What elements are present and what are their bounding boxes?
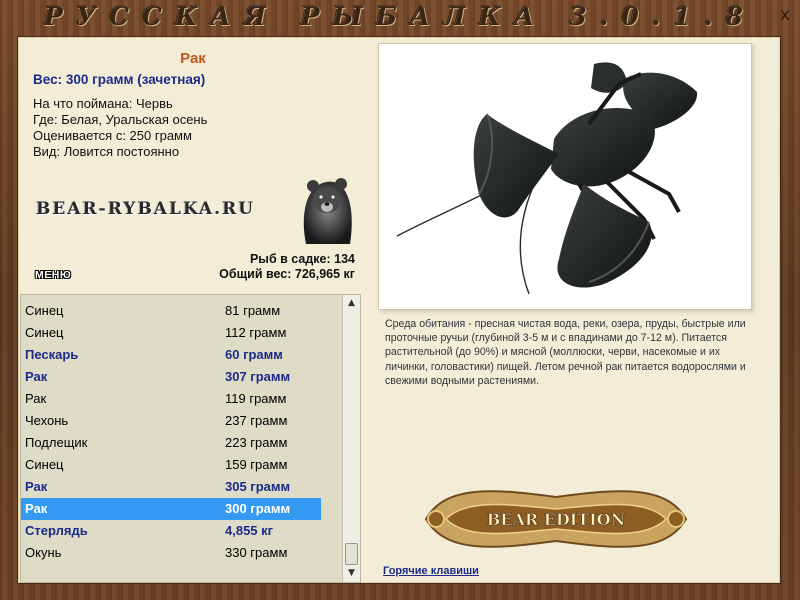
list-item-weight: 4,855 кг [225, 523, 274, 538]
badge-text: BEAR EDITION [487, 510, 626, 529]
list-item[interactable]: Рак 119 грамм [21, 388, 321, 410]
list-item[interactable]: Стерлядь 4,855 кг [21, 520, 321, 542]
list-item-weight: 112 грамм [225, 325, 287, 340]
list-item-weight: 81 грамм [225, 303, 281, 318]
catch-list[interactable]: Синец 81 грамм Синец 112 грамм Пескарь 60 г… [20, 294, 361, 583]
list-item-name: Рак [25, 369, 48, 384]
habitat-description: Среда обитания - пресная чистая вода, ре… [385, 318, 746, 387]
list-item[interactable]: Окунь 330 грамм [21, 542, 321, 564]
list-item-weight: 223 грамм [225, 435, 288, 450]
list-item-weight: 60 грамм [225, 347, 283, 362]
catch-stats: Рыб в садке: 134 Общий вес: 726,965 кг [219, 252, 355, 282]
list-item-name: Рак [25, 391, 47, 406]
list-item-name: Рак [25, 501, 48, 516]
list-scrollbar[interactable]: ▲ ▼ [342, 295, 360, 582]
fish-weight: Вес: 300 грамм (зачетная) [33, 72, 206, 87]
logo-text: BEAR-RYBALKA.RU [36, 199, 256, 219]
list-item[interactable]: Пескарь 60 грамм [21, 344, 321, 366]
list-item-name: Пескарь [25, 347, 79, 362]
menu-button[interactable]: МЕНЮ [35, 269, 71, 281]
list-item[interactable]: Рак 307 грамм [21, 366, 321, 388]
list-item-name: Рак [25, 479, 48, 494]
rating-info: Оценивается с: 250 грамм [33, 128, 192, 143]
scroll-up-icon[interactable]: ▲ [343, 295, 360, 312]
list-item-weight: 159 грамм [225, 457, 288, 472]
list-item[interactable]: Синец 81 грамм [21, 300, 321, 322]
list-item[interactable]: Синец 159 грамм [21, 454, 321, 476]
list-item-weight: 305 грамм [225, 479, 291, 494]
bait-info: На что поймана: Червь [33, 96, 173, 111]
total-weight: Общий вес: 726,965 кг [219, 267, 355, 281]
list-item-weight: 119 грамм [225, 391, 287, 406]
list-item-name: Окунь [25, 545, 62, 560]
list-item-name: Синец [25, 325, 64, 340]
list-item-name: Стерлядь [25, 523, 88, 538]
list-item-weight: 330 грамм [225, 545, 288, 560]
list-item-name: Синец [25, 457, 64, 472]
close-button[interactable]: x [780, 5, 790, 25]
species-info: Вид: Ловится постоянно [33, 144, 180, 159]
scroll-down-icon[interactable]: ▼ [343, 565, 360, 582]
fish-info: Рак Вес: 300 грамм (зачетная) На что пой… [18, 37, 373, 292]
list-item[interactable]: Рак 305 грамм [21, 476, 321, 498]
list-item-weight: 300 грамм [225, 501, 291, 516]
bear-edition-badge: BEAR EDITION [406, 479, 706, 563]
list-item[interactable]: Подлещик 223 грамм [21, 432, 321, 454]
list-item-name: Синец [25, 303, 64, 318]
fish-name: Рак [180, 50, 206, 67]
list-item-weight: 307 грамм [225, 369, 291, 384]
hotkeys-link[interactable]: Горячие клавиши [383, 565, 479, 577]
window-title: РУССКАЯ РЫБАЛКА 3.0.1.8 [44, 1, 756, 31]
fish-count: Рыб в садке: 134 [249, 252, 355, 266]
list-item[interactable]: Чехонь 237 грамм [21, 410, 321, 432]
bear-icon [296, 174, 358, 250]
list-item-weight: 237 грамм [225, 413, 288, 428]
main-panel: Рак Вес: 300 грамм (зачетная) На что пой… [17, 36, 781, 584]
list-item-selected[interactable]: Рак 300 грамм [21, 498, 321, 520]
list-item-name: Чехонь [25, 413, 69, 428]
list-item-name: Подлещик [25, 435, 88, 450]
list-item[interactable]: Синец 112 грамм [21, 322, 321, 344]
title-bar: РУССКАЯ РЫБАЛКА 3.0.1.8 [0, 0, 800, 32]
location-info: Где: Белая, Уральская осень [33, 112, 208, 127]
site-logo: BEAR-RYBALKA.RU [36, 178, 356, 249]
crayfish-image [378, 43, 752, 310]
scroll-thumb[interactable] [345, 543, 358, 565]
